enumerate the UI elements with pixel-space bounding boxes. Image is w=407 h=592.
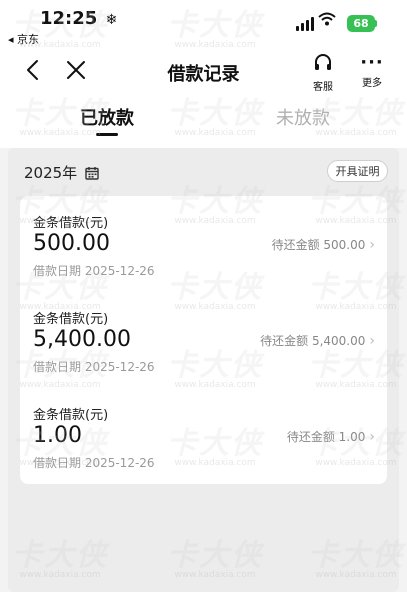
loan-due-text: 待还金额 500.00 xyxy=(271,238,366,252)
more-button[interactable]: ··· 更多 xyxy=(354,52,390,90)
loan-title: 金条借款(元) xyxy=(33,216,109,231)
loan-title: 金条借款(元) xyxy=(33,408,109,423)
page-title: 借款记录 xyxy=(167,64,240,85)
loan-due-text: 待还金额 5,400.00 xyxy=(260,334,366,348)
tab-active-indicator xyxy=(96,133,118,136)
battery-tip xyxy=(375,20,377,27)
status-time-text: 12:25 xyxy=(40,8,98,29)
cellular-signal-icon xyxy=(296,17,314,31)
year-label: 2025年 xyxy=(24,164,78,182)
chevron-right-icon: › xyxy=(369,236,375,253)
battery-icon: 68 xyxy=(347,15,375,32)
tab-not-disbursed[interactable]: 未放款 xyxy=(256,104,350,130)
loan-due-amount: 待还金额 500.00 › xyxy=(272,236,375,253)
chevron-right-icon: › xyxy=(369,428,375,445)
back-to-app-link[interactable]: ◂ 京东 xyxy=(8,31,39,47)
loan-amount: 1.00 xyxy=(33,423,82,448)
loan-date: 借款日期 2025-12-26 xyxy=(33,264,155,278)
wifi-icon xyxy=(318,12,336,30)
status-time: 12:25 ❄ xyxy=(40,8,117,29)
list-item[interactable]: 金条借款(元) 5,400.00 待还金额 5,400.00 › 借款日期 20… xyxy=(20,292,387,388)
year-selector[interactable]: 2025年 xyxy=(24,162,99,183)
snowflake-icon: ❄ xyxy=(105,12,118,28)
loan-list: 金条借款(元) 500.00 待还金额 500.00 › 借款日期 2025-1… xyxy=(20,196,387,484)
loan-title: 金条借款(元) xyxy=(33,312,109,327)
tab-disbursed[interactable]: 已放款 xyxy=(60,104,154,130)
loan-due-amount: 待还金额 1.00 › xyxy=(287,428,375,445)
loan-records-page: 12:25 ❄ ◂ 京东 68 借款记录 客服 ··· 更多 已放款 未放款 2… xyxy=(0,0,407,592)
chevron-right-icon: › xyxy=(369,332,375,349)
list-item[interactable]: 金条借款(元) 500.00 待还金额 500.00 › 借款日期 2025-1… xyxy=(20,196,387,292)
loan-due-amount: 待还金额 5,400.00 › xyxy=(260,332,375,349)
calendar-icon xyxy=(85,166,99,180)
issue-certificate-button[interactable]: 开具证明 xyxy=(327,160,388,182)
list-item[interactable]: 金条借款(元) 1.00 待还金额 1.00 › 借款日期 2025-12-26 xyxy=(20,388,387,484)
loan-date: 借款日期 2025-12-26 xyxy=(33,456,155,470)
loan-amount: 500.00 xyxy=(33,231,110,256)
headset-icon xyxy=(315,54,331,70)
more-dots-icon: ··· xyxy=(360,52,384,73)
loan-date: 借款日期 2025-12-26 xyxy=(33,360,155,374)
loan-due-text: 待还金额 1.00 xyxy=(286,430,366,444)
more-label: 更多 xyxy=(362,78,382,89)
customer-service-button[interactable]: 客服 xyxy=(305,53,341,93)
customer-service-label: 客服 xyxy=(313,82,333,93)
loan-amount: 5,400.00 xyxy=(33,327,131,352)
